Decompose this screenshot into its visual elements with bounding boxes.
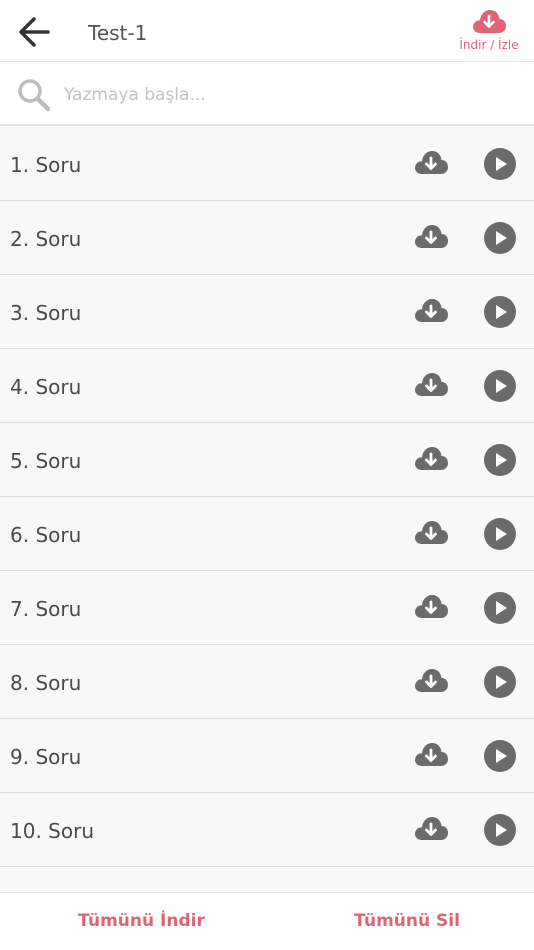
play-circle-icon <box>484 222 516 254</box>
play-circle-icon <box>484 148 516 180</box>
arrow-left-icon <box>19 17 50 47</box>
play-circle-icon <box>484 518 516 550</box>
list-item[interactable]: 7. Soru <box>0 571 534 645</box>
list-item-label: 2. Soru <box>10 227 82 251</box>
download-button[interactable] <box>413 739 449 771</box>
cloud-download-icon <box>415 225 448 248</box>
cloud-download-icon <box>415 743 448 766</box>
cloud-download-icon <box>473 10 506 33</box>
download-button[interactable] <box>413 591 449 623</box>
list-item-label: 5. Soru <box>10 449 82 473</box>
play-button[interactable] <box>483 591 517 625</box>
list-item[interactable]: 5. Soru <box>0 423 534 497</box>
play-circle-icon <box>484 296 516 328</box>
download-watch-button[interactable]: İndir / İzle <box>454 8 524 58</box>
list-item-label: 8. Soru <box>10 671 82 695</box>
play-button[interactable] <box>483 739 517 773</box>
list-item[interactable]: 1. Soru <box>0 127 534 201</box>
cloud-download-icon <box>415 373 448 396</box>
cloud-download-icon <box>415 521 448 544</box>
download-button[interactable] <box>413 665 449 697</box>
play-button[interactable] <box>483 517 517 551</box>
download-button[interactable] <box>413 517 449 549</box>
play-button[interactable] <box>483 369 517 403</box>
back-button[interactable] <box>14 12 54 52</box>
cloud-download-icon <box>415 595 448 618</box>
delete-all-button[interactable]: Tümünü Sil <box>354 911 460 931</box>
list-item-label: 4. Soru <box>10 375 82 399</box>
list-item[interactable]: 6. Soru <box>0 497 534 571</box>
list-item-label: 7. Soru <box>10 597 82 621</box>
play-button[interactable] <box>483 813 517 847</box>
download-button[interactable] <box>413 813 449 845</box>
list-item[interactable]: 8. Soru <box>0 645 534 719</box>
download-button[interactable] <box>413 221 449 253</box>
download-all-button[interactable]: Tümünü İndir <box>78 911 205 931</box>
download-button[interactable] <box>413 443 449 475</box>
list-item[interactable]: 4. Soru <box>0 349 534 423</box>
list-item[interactable]: 10. Soru <box>0 793 534 867</box>
list-item-label: 10. Soru <box>10 819 94 843</box>
play-circle-icon <box>484 592 516 624</box>
play-button[interactable] <box>483 665 517 699</box>
play-button[interactable] <box>483 443 517 477</box>
play-button[interactable] <box>483 221 517 255</box>
list-item-label: 3. Soru <box>10 301 82 325</box>
search-icon <box>16 77 52 117</box>
play-circle-icon <box>484 444 516 476</box>
list-item[interactable]: 2. Soru <box>0 201 534 275</box>
page-title: Test-1 <box>88 21 148 45</box>
play-circle-icon <box>484 666 516 698</box>
cloud-download-icon <box>415 669 448 692</box>
cloud-download-icon <box>415 817 448 840</box>
play-circle-icon <box>484 370 516 402</box>
question-list: 1. Soru 2. Soru 3. Soru 4. Soru 5. Soru … <box>0 127 534 892</box>
download-button[interactable] <box>413 369 449 401</box>
play-circle-icon <box>484 814 516 846</box>
play-circle-icon <box>484 740 516 772</box>
list-item-label: 6. Soru <box>10 523 82 547</box>
download-button[interactable] <box>413 295 449 327</box>
list-item[interactable]: 3. Soru <box>0 275 534 349</box>
cloud-download-icon <box>415 151 448 174</box>
cloud-download-icon <box>415 299 448 322</box>
list-item-label: 9. Soru <box>10 745 82 769</box>
download-watch-label: İndir / İzle <box>459 38 519 52</box>
list-item[interactable]: 9. Soru <box>0 719 534 793</box>
footer-bar: Tümünü İndir Tümünü Sil <box>0 892 534 950</box>
play-button[interactable] <box>483 295 517 329</box>
download-button[interactable] <box>413 147 449 179</box>
play-button[interactable] <box>483 147 517 181</box>
search-input[interactable] <box>64 77 504 113</box>
search-bar <box>0 63 534 126</box>
header: Test-1 İndir / İzle <box>0 0 534 62</box>
cloud-download-icon <box>415 447 448 470</box>
list-item-label: 1. Soru <box>10 153 82 177</box>
